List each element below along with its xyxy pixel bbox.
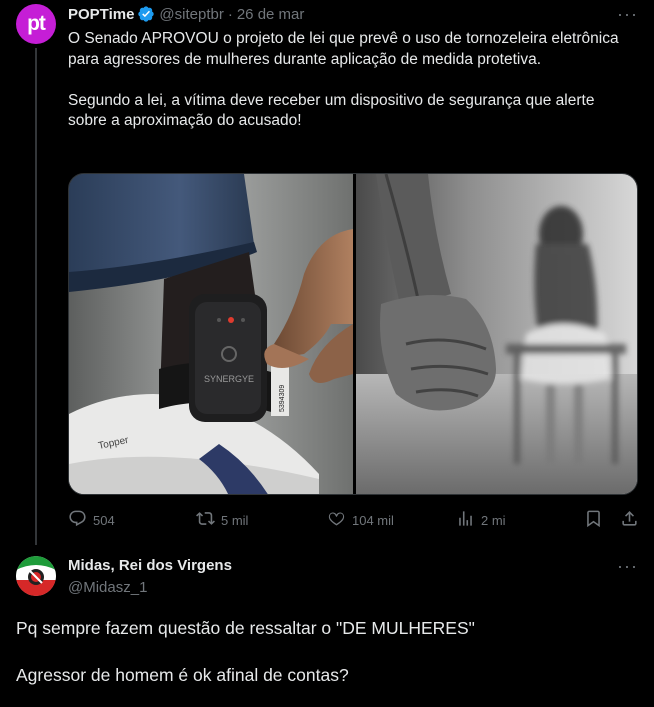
like-count: 104 mil — [352, 512, 394, 528]
verified-badge-icon — [137, 5, 155, 23]
share-button[interactable] — [620, 508, 639, 532]
reply-button[interactable]: 504 — [68, 508, 115, 532]
tweet-paragraph-2: Segundo a lei, a vítima deve receber um … — [68, 91, 595, 130]
repost-icon — [196, 509, 215, 531]
thread-connector-line — [35, 48, 37, 545]
reply-text: Pq sempre fazem questão de ressaltar o "… — [16, 617, 638, 688]
serial-number-text: 5394309 — [279, 385, 286, 412]
repost-count: 5 mil — [221, 512, 249, 528]
reply-author-handle[interactable]: @Midasz_1 — [68, 579, 147, 596]
reply-count: 504 — [93, 512, 115, 528]
tweet-text: O Senado APROVOU o projeto de lei que pr… — [68, 29, 634, 132]
fist-and-woman-photo[interactable] — [356, 174, 637, 494]
tweet-paragraph-1: O Senado APROVOU o projeto de lei que pr… — [68, 30, 619, 68]
tweet-header: POPTime @siteptbr · 26 de mar — [68, 5, 304, 23]
bookmark-button[interactable] — [584, 508, 603, 532]
reply-author-name[interactable]: Midas, Rei dos Virgens — [68, 557, 232, 574]
like-button[interactable]: 104 mil — [327, 508, 394, 532]
views-count: 2 mi — [481, 512, 506, 528]
device-brand-text: SYNERGYE — [204, 374, 254, 384]
reply-icon — [68, 509, 87, 531]
views-chart-icon — [456, 509, 475, 531]
reply-more-options-icon[interactable]: ··· — [617, 556, 638, 577]
heart-icon — [327, 509, 346, 531]
separator-dot: · — [227, 5, 233, 23]
author-handle[interactable]: @siteptbr — [159, 6, 223, 23]
tweet-date[interactable]: 26 de mar — [237, 6, 305, 23]
more-options-icon[interactable]: ··· — [617, 4, 638, 25]
bookmark-icon — [584, 509, 603, 531]
original-tweet[interactable]: pt POPTime @siteptbr · 26 de mar ··· O S… — [0, 0, 654, 545]
reply-line-2: Agressor de homem é ok afinal de contas? — [16, 665, 349, 685]
share-icon — [620, 509, 639, 531]
author-avatar[interactable]: pt — [16, 4, 56, 44]
tweet-media[interactable]: Topper SYNERGYE 5394309 — [68, 173, 638, 495]
views-button[interactable]: 2 mi — [456, 508, 506, 532]
reply-author-avatar[interactable] — [16, 556, 56, 596]
reply-line-1: Pq sempre fazem questão de ressaltar o "… — [16, 618, 475, 638]
tweet-actions: 504 5 mil 104 mil 2 mi — [68, 508, 638, 532]
author-name[interactable]: POPTime — [68, 6, 134, 23]
ankle-monitor-photo[interactable]: Topper SYNERGYE 5394309 — [69, 174, 353, 494]
repost-button[interactable]: 5 mil — [196, 508, 248, 532]
